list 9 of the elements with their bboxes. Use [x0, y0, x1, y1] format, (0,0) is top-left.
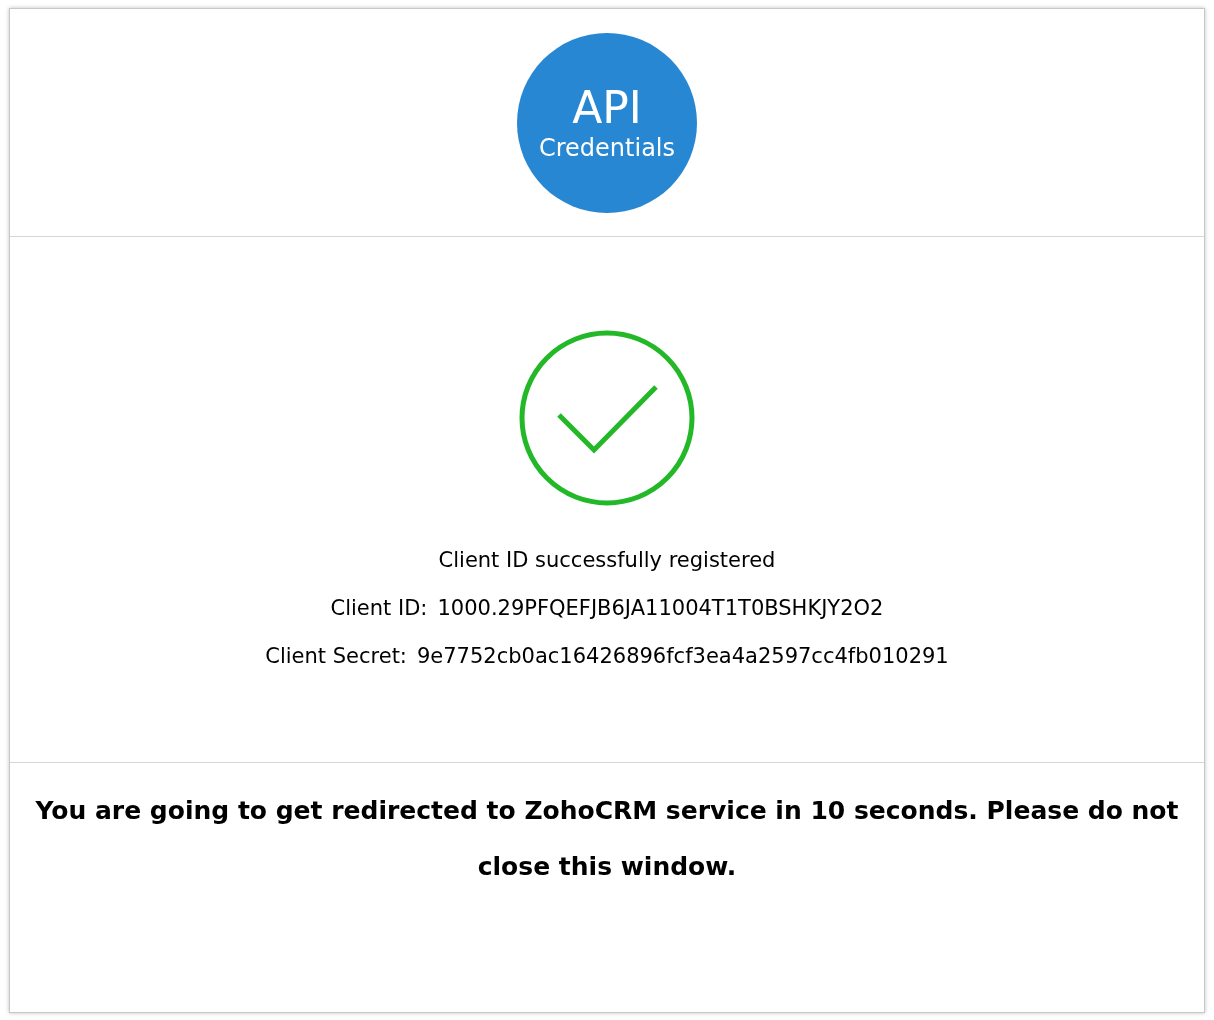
field-value: 1000.29PFQEFJB6JA11004T1T0BSHKJY2O2 — [437, 595, 884, 622]
success-check-icon — [519, 330, 695, 506]
field-label: Client ID: — [330, 595, 428, 622]
redirect-notice: You are going to get redirected to ZohoCRM service in 10 seconds. Please do not close this window. — [34, 795, 1180, 883]
field-label: Client Secret: — [265, 643, 407, 670]
logo-title: API — [572, 82, 642, 133]
logo-subtitle: Credentials — [539, 132, 675, 163]
success-message: Client ID successfully registered — [438, 547, 776, 574]
field-value: 9e7752cb0ac16426896fcf3ea4a2597cc4fb010291 — [416, 643, 949, 670]
